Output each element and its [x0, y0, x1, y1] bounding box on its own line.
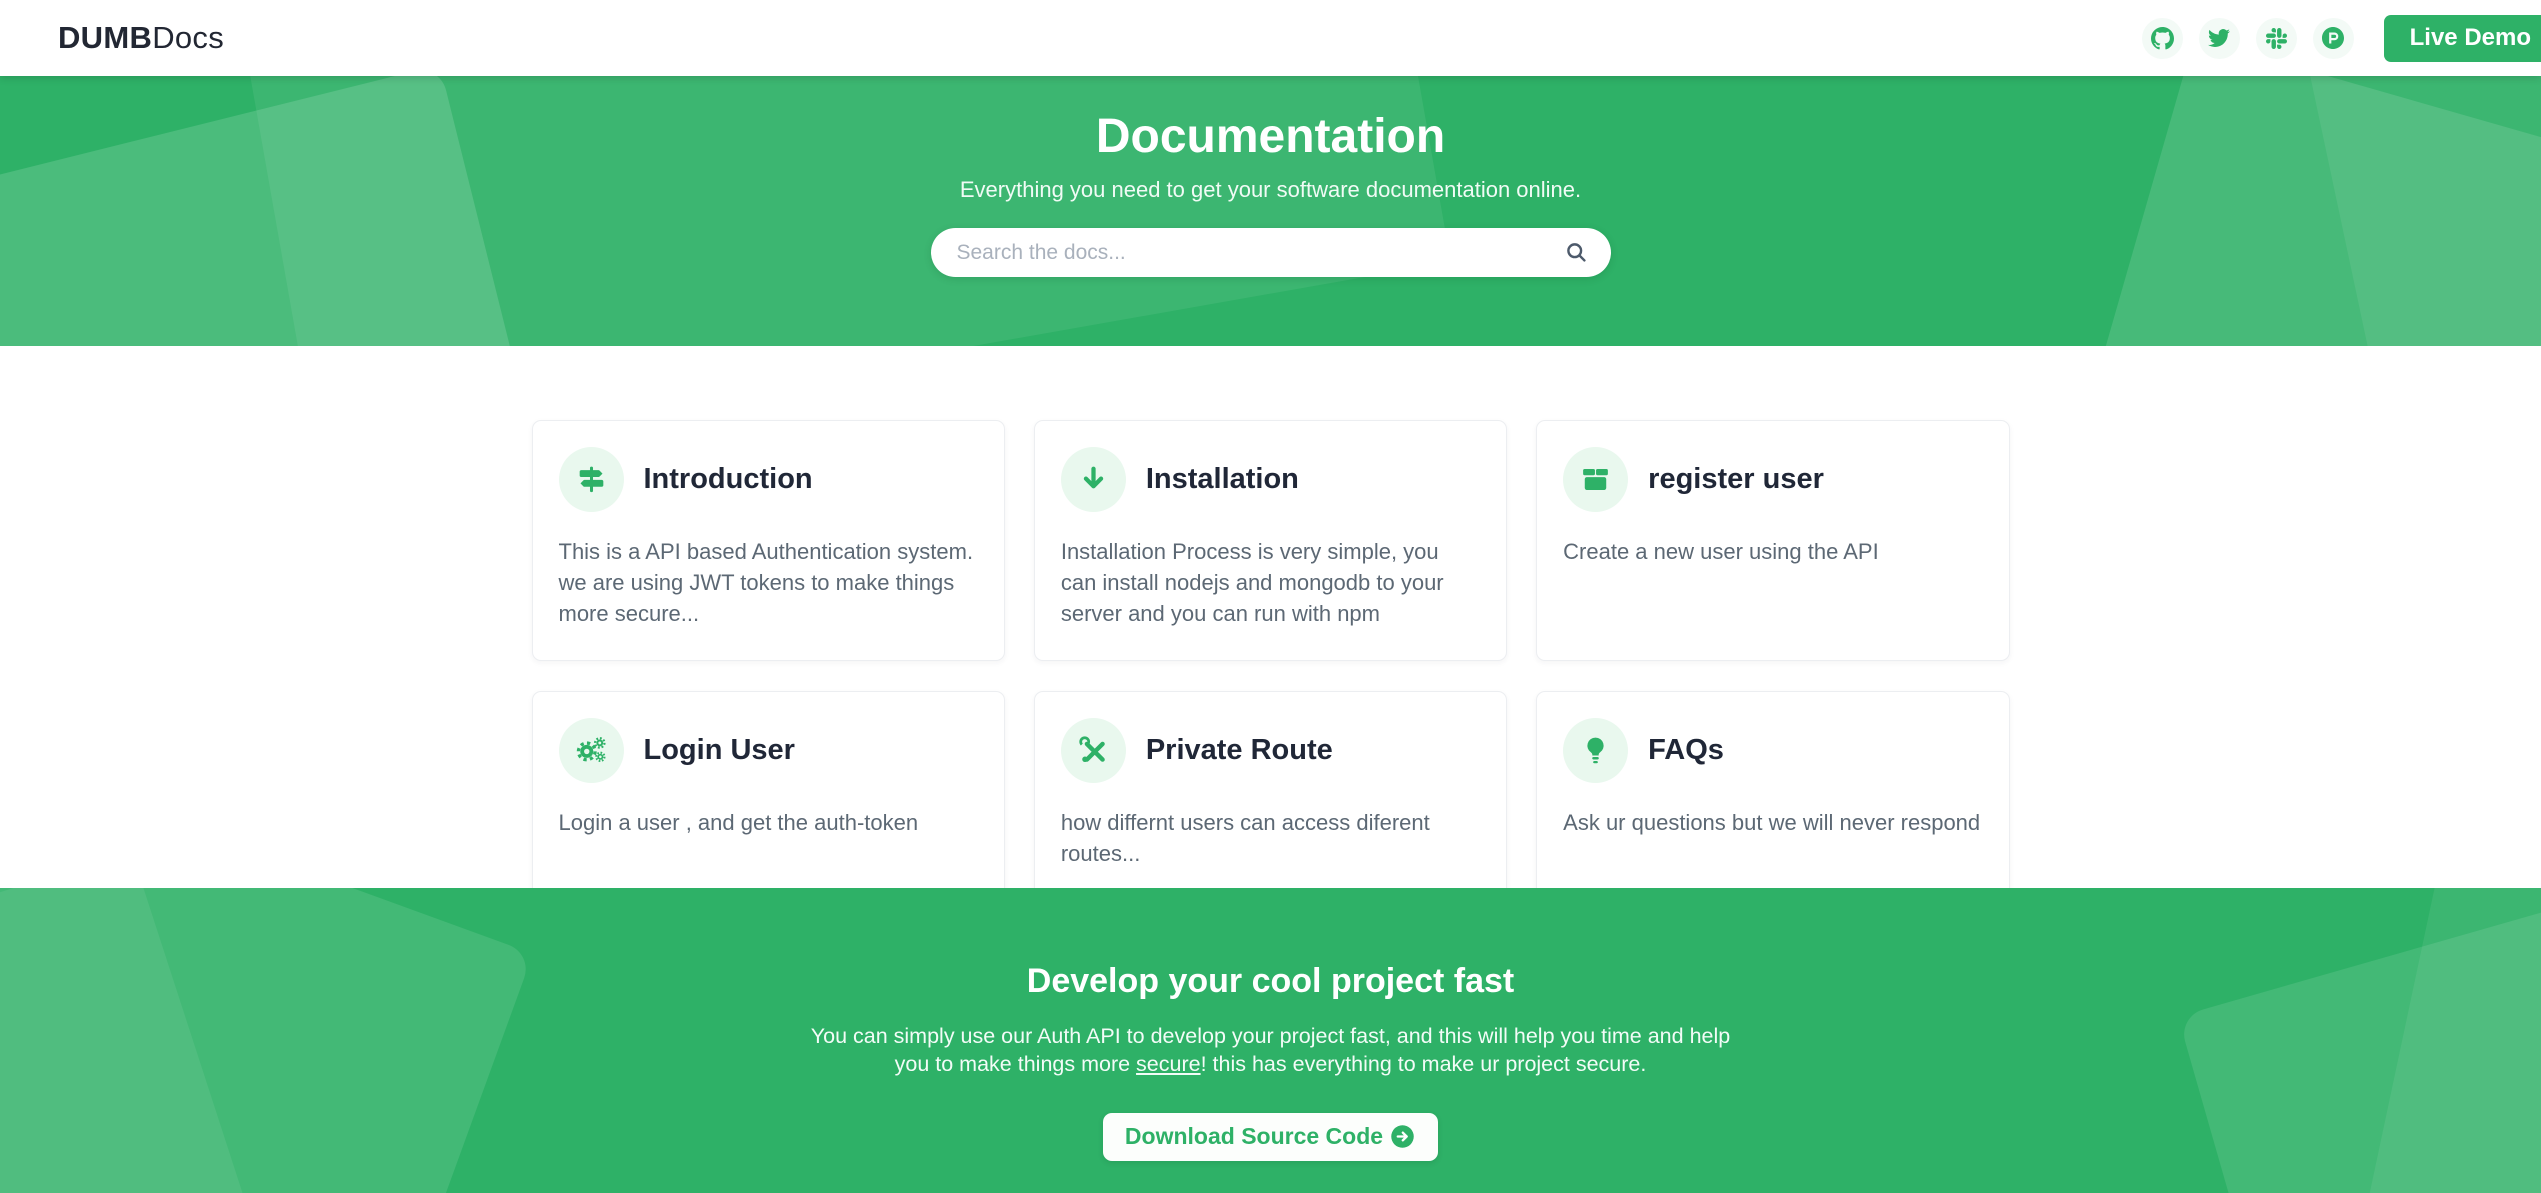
- search-bar: [931, 228, 1611, 277]
- arrow-circle-right-icon: [1389, 1123, 1416, 1150]
- product-hunt-link[interactable]: [2313, 18, 2354, 59]
- card-head: Installation: [1061, 447, 1480, 512]
- header-actions: Live Demo: [2142, 15, 2541, 62]
- card-title: FAQs: [1648, 734, 1724, 767]
- secure-link[interactable]: secure: [1136, 1052, 1201, 1076]
- download-button-label: Download Source Code: [1125, 1123, 1383, 1150]
- cta-body-line2-post: ! this has everything to make ur project…: [1201, 1052, 1647, 1076]
- card-title: Login User: [644, 734, 795, 767]
- card-title: Installation: [1146, 463, 1299, 496]
- card-installation[interactable]: Installation Installation Process is ver…: [1034, 420, 1507, 661]
- brand-logo-bold: DUMB: [58, 20, 152, 55]
- card-description: Login a user , and get the auth-token: [559, 807, 978, 838]
- search-icon[interactable]: [1564, 240, 1589, 265]
- download-source-code-button[interactable]: Download Source Code: [1103, 1113, 1438, 1161]
- slack-link[interactable]: [2256, 18, 2297, 59]
- card-title: Introduction: [644, 463, 813, 496]
- card-description: Ask ur questions but we will never respo…: [1563, 807, 1982, 838]
- card-description: This is a API based Authentication syste…: [559, 536, 978, 630]
- card-description: Create a new user using the API: [1563, 536, 1982, 567]
- header: DUMBDocs Liv: [0, 0, 2541, 76]
- slack-icon: [2266, 28, 2287, 49]
- search-input[interactable]: [957, 241, 1564, 265]
- card-head: Introduction: [559, 447, 978, 512]
- docs-cards-section: Introduction This is a API based Authent…: [0, 346, 2541, 888]
- card-private-route[interactable]: Private Route how differnt users can acc…: [1034, 691, 1507, 900]
- card-description: Installation Process is very simple, you…: [1061, 536, 1480, 630]
- download-arrow-icon: [1061, 447, 1126, 512]
- hero-section: Documentation Everything you need to get…: [0, 76, 2541, 346]
- gears-icon: [559, 718, 624, 783]
- page-title: Documentation: [0, 76, 2541, 164]
- card-head: FAQs: [1563, 718, 1982, 783]
- page: DUMBDocs Liv: [0, 0, 2541, 1193]
- cta-body: You can simply use our Auth API to devel…: [0, 1022, 2541, 1079]
- tools-icon: [1061, 718, 1126, 783]
- lightbulb-icon: [1563, 718, 1628, 783]
- twitter-icon: [2208, 27, 2230, 49]
- brand-logo: DUMBDocs: [58, 20, 224, 56]
- card-register-user[interactable]: register user Create a new user using th…: [1536, 420, 2009, 661]
- github-icon: [2151, 27, 2174, 50]
- card-title: Private Route: [1146, 734, 1333, 767]
- card-head: Login User: [559, 718, 978, 783]
- card-description: how differnt users can access diferent r…: [1061, 807, 1480, 869]
- card-introduction[interactable]: Introduction This is a API based Authent…: [532, 420, 1005, 661]
- card-head: register user: [1563, 447, 1982, 512]
- github-link[interactable]: [2142, 18, 2183, 59]
- card-title: register user: [1648, 463, 1824, 496]
- brand-logo-light: Docs: [152, 20, 224, 55]
- box-icon: [1563, 447, 1628, 512]
- card-head: Private Route: [1061, 718, 1480, 783]
- card-faqs[interactable]: FAQs Ask ur questions but we will never …: [1536, 691, 2009, 900]
- signpost-icon: [559, 447, 624, 512]
- live-demo-button[interactable]: Live Demo: [2384, 15, 2541, 62]
- cta-section: Develop your cool project fast You can s…: [0, 888, 2541, 1193]
- twitter-link[interactable]: [2199, 18, 2240, 59]
- docs-cards-grid: Introduction This is a API based Authent…: [532, 346, 2010, 900]
- product-hunt-icon: [2322, 27, 2344, 49]
- card-login-user[interactable]: Login User Login a user , and get the au…: [532, 691, 1005, 900]
- page-subtitle: Everything you need to get your software…: [0, 177, 2541, 203]
- cta-body-line1: You can simply use our Auth API to devel…: [811, 1024, 1730, 1048]
- cta-title: Develop your cool project fast: [0, 888, 2541, 1001]
- cta-body-line2-pre: you to make things more: [895, 1052, 1136, 1076]
